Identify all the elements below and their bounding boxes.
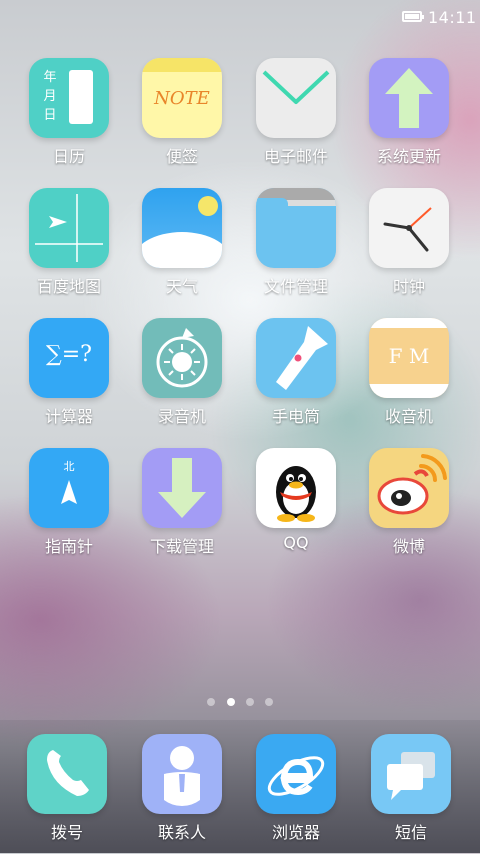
- dock-messages[interactable]: 短信: [356, 734, 466, 854]
- app-label: 系统更新: [376, 147, 441, 166]
- app-label: 文件管理: [263, 277, 328, 296]
- app-label: 下载管理: [149, 537, 214, 556]
- app-qq[interactable]: QQ: [241, 448, 351, 568]
- status-time: 14:11: [428, 8, 477, 27]
- note-glyph: NOTE: [154, 88, 210, 109]
- dock-label: 拨号: [50, 823, 83, 842]
- app-weather[interactable]: 天气: [127, 188, 237, 308]
- app-label: 便签: [165, 147, 198, 166]
- mail-icon: [256, 58, 336, 138]
- app-calculator[interactable]: ∑=? 计算器: [14, 318, 124, 438]
- app-label: QQ: [283, 533, 309, 552]
- qq-penguin-icon: [256, 448, 336, 528]
- dock-label: 短信: [394, 823, 427, 842]
- app-flashlight[interactable]: 手电筒: [241, 318, 351, 438]
- app-label: 录音机: [157, 407, 206, 426]
- app-weibo[interactable]: 微博: [354, 448, 464, 568]
- weather-icon: [142, 188, 222, 268]
- app-email[interactable]: 电子邮件: [241, 58, 351, 178]
- app-label: 收音机: [384, 407, 433, 426]
- download-icon: [142, 448, 222, 528]
- calendar-day-glyph: 日: [43, 108, 57, 123]
- browser-icon: [256, 734, 336, 814]
- app-recorder[interactable]: 录音机: [127, 318, 237, 438]
- app-file-manager[interactable]: 文件管理: [241, 188, 351, 308]
- recorder-icon: [142, 318, 222, 398]
- calendar-year-glyph: 年: [43, 70, 57, 85]
- app-label: 微博: [392, 537, 425, 556]
- app-system-update[interactable]: 系统更新: [354, 58, 464, 178]
- app-label: 手电筒: [271, 407, 320, 426]
- page-dot: [246, 698, 254, 706]
- app-baidu-map[interactable]: 百度地图: [14, 188, 124, 308]
- status-bar: 14:11: [0, 0, 480, 36]
- clock-icon: [369, 188, 449, 268]
- calendar-icon: 年 月 日: [29, 58, 109, 138]
- page-dot: [265, 698, 273, 706]
- phone-icon: [27, 734, 107, 814]
- dock-label: 联系人: [157, 823, 206, 842]
- app-label: 日历: [52, 147, 85, 166]
- note-icon: NOTE: [142, 58, 222, 138]
- page-dot: [207, 698, 215, 706]
- dock-label: 浏览器: [271, 823, 320, 842]
- dock-phone[interactable]: 拨号: [12, 734, 122, 854]
- app-label: 电子邮件: [263, 147, 328, 166]
- app-label: 指南针: [44, 537, 93, 556]
- calculator-glyph: ∑=?: [46, 342, 92, 367]
- app-label: 时钟: [392, 277, 425, 296]
- compass-icon: 北: [29, 448, 109, 528]
- battery-full-icon: [402, 11, 424, 22]
- weibo-icon: [369, 448, 449, 528]
- folder-icon: [256, 188, 336, 268]
- app-label: 百度地图: [36, 277, 101, 296]
- app-label: 天气: [165, 277, 198, 296]
- flashlight-icon: [256, 318, 336, 398]
- radio-glyph: F M: [388, 344, 430, 368]
- calendar-month-glyph: 月: [43, 89, 57, 104]
- map-icon: [29, 188, 109, 268]
- app-clock[interactable]: 时钟: [354, 188, 464, 308]
- contacts-icon: [142, 734, 222, 814]
- app-compass[interactable]: 北 指南针: [14, 448, 124, 568]
- app-label: 计算器: [44, 407, 93, 426]
- dock-browser[interactable]: 浏览器: [241, 734, 351, 854]
- update-arrow-icon: [369, 58, 449, 138]
- app-calendar[interactable]: 年 月 日 日历: [14, 58, 124, 178]
- app-radio[interactable]: F M 收音机: [354, 318, 464, 438]
- app-notes[interactable]: NOTE 便签: [127, 58, 237, 178]
- message-icon: [371, 734, 451, 814]
- dock: 拨号 联系人 浏览器 短信: [0, 720, 480, 853]
- calculator-icon: ∑=?: [29, 318, 109, 398]
- page-indicator: [0, 698, 480, 708]
- dock-contacts[interactable]: 联系人: [127, 734, 237, 854]
- radio-icon: F M: [369, 318, 449, 398]
- page-dot-active: [227, 698, 235, 706]
- app-download-manager[interactable]: 下载管理: [127, 448, 237, 568]
